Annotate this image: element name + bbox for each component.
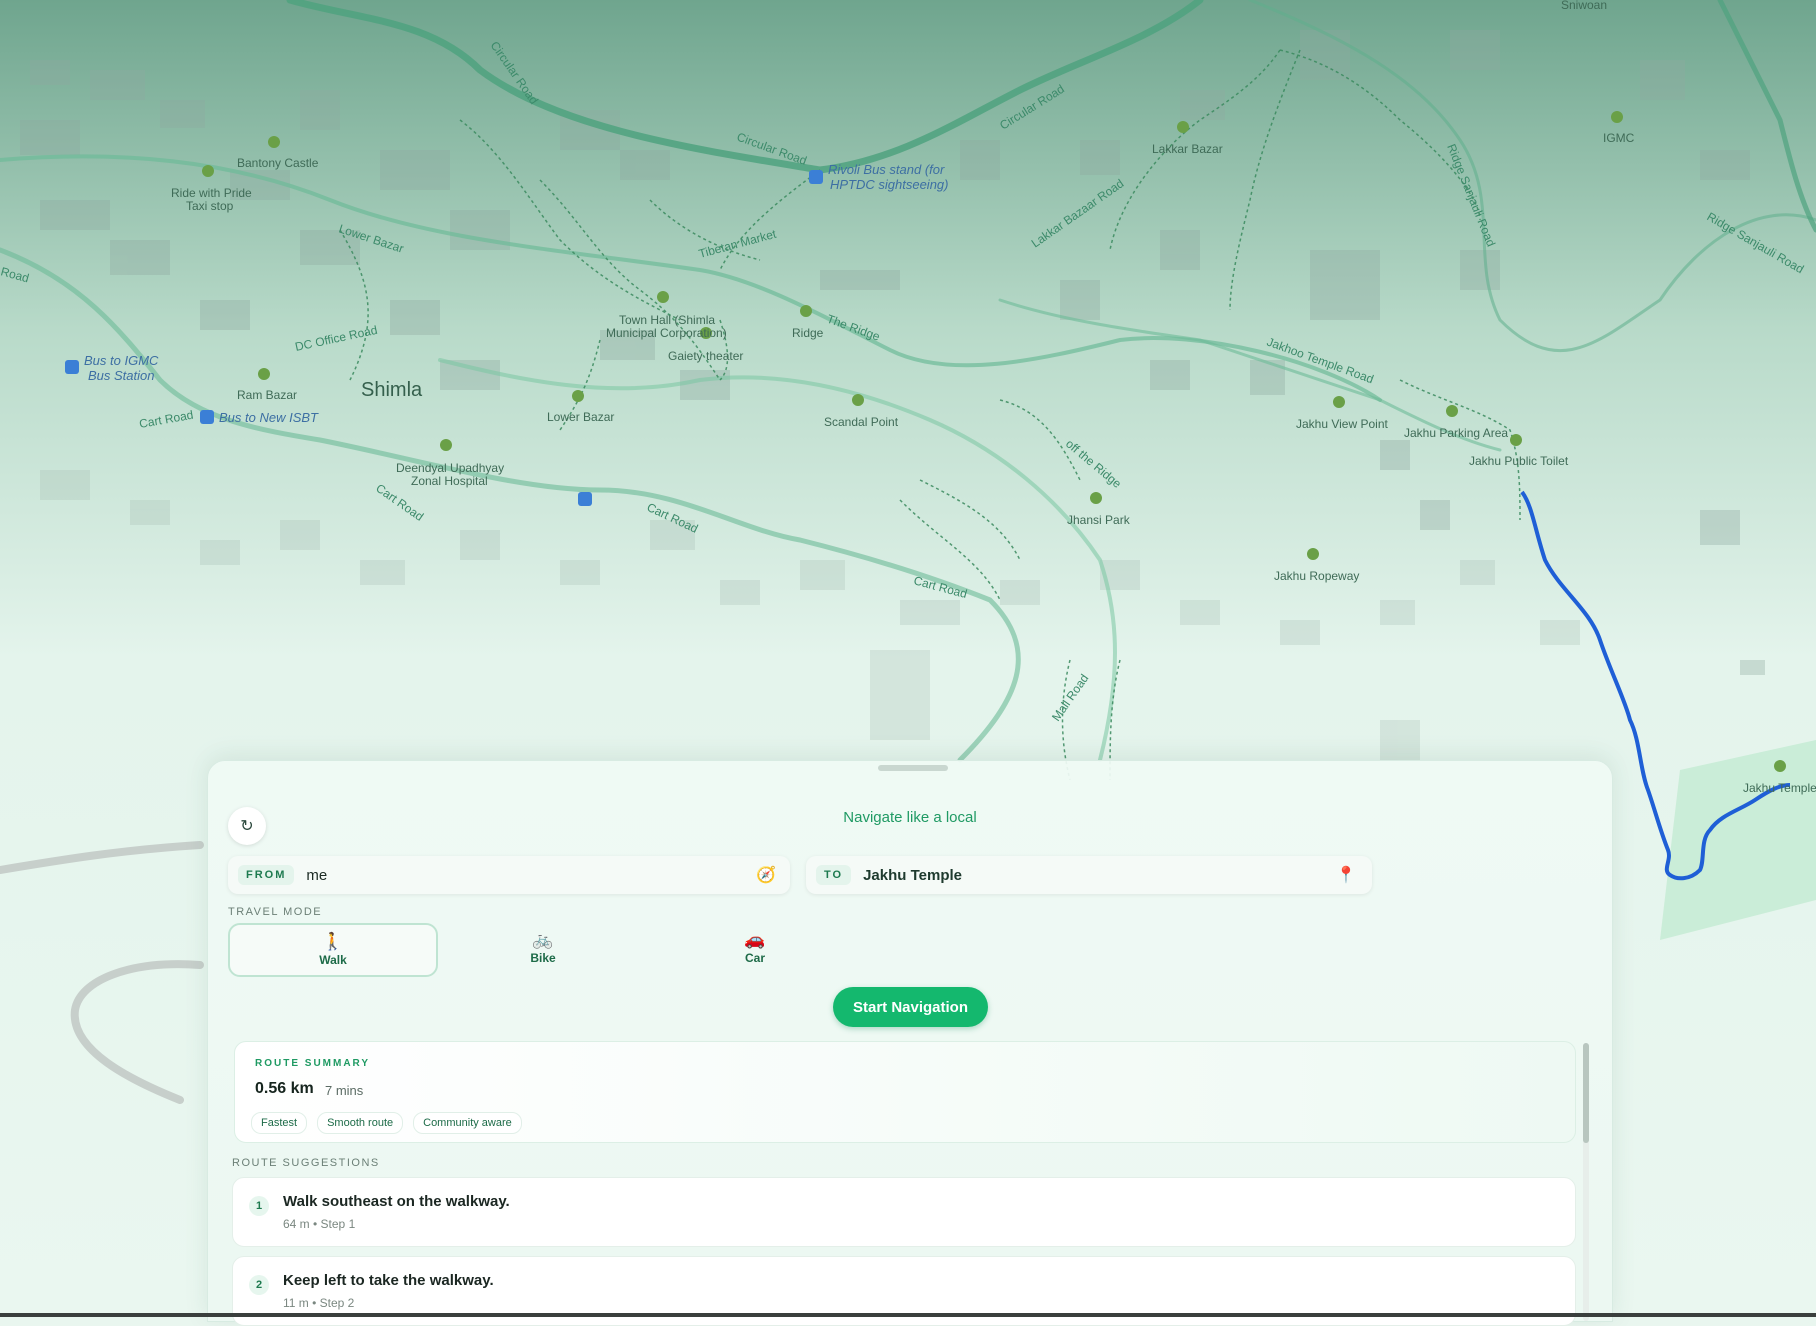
place-label: Gaiety theater — [668, 349, 743, 363]
bus-stop-label: HPTDC sightseeing) — [830, 177, 949, 192]
mode-label: Walk — [319, 953, 347, 967]
route-tag: Fastest — [251, 1112, 308, 1134]
mode-label: Car — [744, 951, 765, 965]
place-label: Ride with Pride — [171, 186, 252, 200]
to-input[interactable]: Jakhu Temple — [863, 867, 1336, 884]
route-step[interactable]: 1 Walk southeast on the walkway. 64 m • … — [232, 1177, 1576, 1247]
place-label: Zonal Hospital — [411, 474, 488, 488]
route-suggestions-label: ROUTE SUGGESTIONS — [232, 1157, 380, 1169]
route-summary-heading: ROUTE SUMMARY — [255, 1058, 371, 1069]
step-instruction: Walk southeast on the walkway. — [283, 1193, 510, 1210]
route-distance: 0.56 km — [255, 1080, 314, 1097]
place-label: Scandal Point — [824, 415, 899, 429]
place-label: Bantony Castle — [237, 156, 319, 170]
place-label: Town Hall (Shimla — [619, 313, 715, 327]
drag-handle[interactable] — [878, 765, 948, 771]
mode-walk-button[interactable]: 🚶 Walk — [228, 923, 438, 977]
window-bottom-edge — [0, 1313, 1816, 1317]
step-meta: 64 m • Step 1 — [283, 1217, 356, 1231]
to-field[interactable]: TO Jakhu Temple 📍 — [806, 856, 1372, 894]
travel-mode-label: TRAVEL MODE — [228, 906, 323, 918]
place-label: Lakkar Bazar — [1152, 142, 1223, 156]
bus-stop-label: Bus to IGMC — [84, 353, 159, 368]
mode-bike-button[interactable]: 🚲 Bike — [440, 923, 646, 973]
place-label: Jakhu Temple — [1743, 781, 1816, 795]
place-label: Jakhu View Point — [1296, 417, 1389, 431]
step-number: 2 — [249, 1275, 269, 1295]
route-time: 7 mins — [325, 1083, 364, 1098]
navigation-panel: ↻ Navigate like a local FROM me 🧭 TO Jak… — [207, 760, 1613, 1326]
place-label: Jakhu Parking Area — [1404, 426, 1508, 440]
mode-label: Bike — [530, 951, 556, 965]
place-label: Deendyal Upadhyay — [396, 461, 504, 475]
place-label: IGMC — [1603, 131, 1635, 145]
bus-stop-icon[interactable] — [578, 492, 592, 506]
step-number: 1 — [249, 1196, 269, 1216]
place-label: Ridge — [792, 326, 824, 340]
place-label: Jhansi Park — [1067, 513, 1131, 527]
city-label: Shimla — [361, 379, 423, 401]
start-navigation-button[interactable]: Start Navigation — [833, 987, 988, 1027]
bus-stop-icon[interactable] — [65, 360, 79, 374]
pin-icon[interactable]: 📍 — [1336, 865, 1356, 885]
mode-car-button[interactable]: 🚗 Car — [652, 923, 858, 973]
from-field[interactable]: FROM me 🧭 — [228, 856, 790, 894]
walk-icon: 🚶 — [322, 932, 344, 951]
route-tag: Smooth route — [317, 1112, 404, 1134]
place-label: Taxi stop — [186, 199, 234, 213]
bus-stop-label: Bus Station — [88, 368, 155, 383]
place-label: Jakhu Ropeway — [1274, 569, 1359, 583]
compass-icon[interactable]: 🧭 — [756, 865, 776, 885]
bike-icon: 🚲 — [532, 930, 554, 949]
step-instruction: Keep left to take the walkway. — [283, 1272, 494, 1289]
to-tag: TO — [816, 865, 852, 885]
car-icon: 🚗 — [744, 930, 766, 949]
panel-title: Navigate like a local — [843, 809, 977, 826]
place-label: Ram Bazar — [237, 388, 297, 402]
place-label: Lower Bazar — [547, 410, 614, 424]
route-tags: Fastest Smooth route Community aware — [251, 1112, 522, 1134]
step-meta: 11 m • Step 2 — [283, 1296, 355, 1310]
bus-stop-label: Rivoli Bus stand (for — [828, 162, 945, 177]
place-label: Sniwoan — [1561, 0, 1607, 12]
scrollbar-thumb[interactable] — [1583, 1043, 1589, 1143]
route-tag: Community aware — [413, 1112, 522, 1134]
bus-stop-label: Bus to New ISBT — [219, 410, 319, 425]
place-label: Municipal Corporation) — [606, 326, 727, 340]
bus-stop-icon[interactable] — [809, 170, 823, 184]
route-summary-card: ROUTE SUMMARY 0.56 km 7 mins Fastest Smo… — [234, 1041, 1576, 1143]
place-label: Jakhu Public Toilet — [1469, 454, 1569, 468]
bus-stop-icon[interactable] — [200, 410, 214, 424]
from-input[interactable]: me — [306, 867, 756, 884]
from-tag: FROM — [238, 865, 295, 885]
